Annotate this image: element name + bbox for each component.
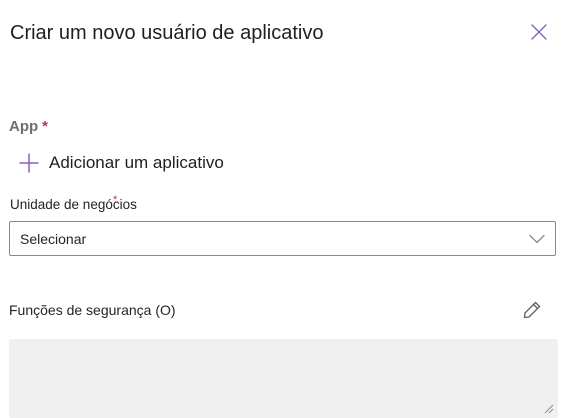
security-roles-field[interactable] [9,339,558,418]
business-unit-value: Selecionar [20,230,87,247]
resize-handle[interactable] [544,404,554,414]
pencil-icon [523,301,541,319]
chevron-down-icon [527,229,547,249]
edit-security-roles-button[interactable] [520,298,544,322]
app-label: App [9,118,39,135]
app-section-label: App * [9,118,48,135]
add-app-button[interactable]: Adicionar um aplicativo [18,150,224,176]
business-unit-label: Unidade de negócios * [10,194,137,212]
business-unit-select[interactable]: Selecionar [9,221,556,256]
panel-title: Criar um novo usuário de aplicativo [10,22,324,44]
business-unit-label-text: Unidade de negócios [10,197,137,212]
close-icon [531,24,547,40]
plus-icon [18,152,40,174]
close-button[interactable] [526,19,552,45]
required-marker: * [113,194,118,206]
required-marker: * [42,118,49,135]
security-roles-label: Funções de segurança (O) [9,302,176,318]
add-app-label: Adicionar um aplicativo [49,153,224,172]
